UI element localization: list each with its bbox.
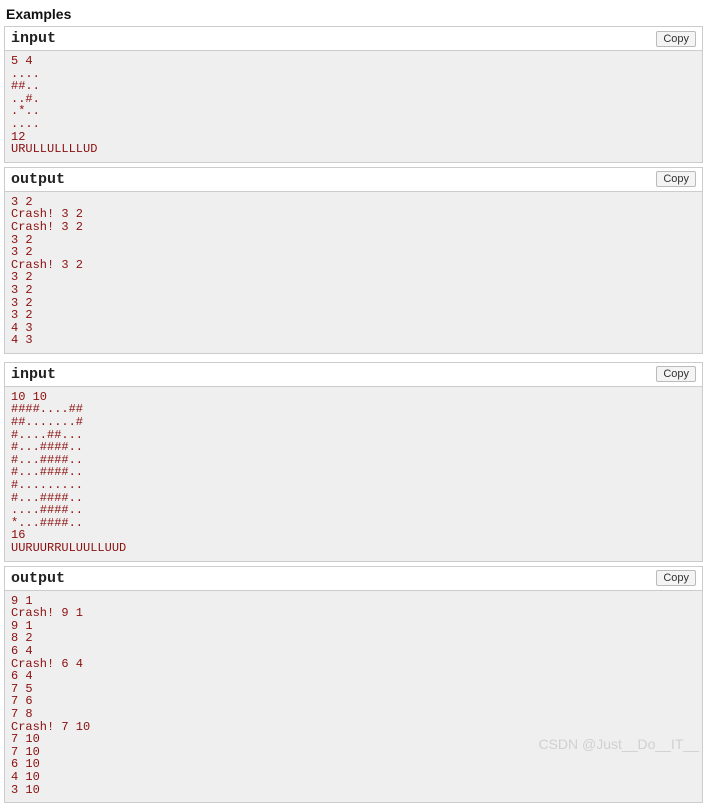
output-label: output <box>11 171 65 188</box>
example-block: input Copy 10 10 ####....## ##.......# #… <box>4 362 703 562</box>
examples-heading: Examples <box>6 6 703 22</box>
output-label: output <box>11 570 65 587</box>
input-label: input <box>11 366 56 383</box>
block-header: input Copy <box>5 27 702 51</box>
example-block: output Copy 9 1 Crash! 9 1 9 1 8 2 6 4 C… <box>4 566 703 804</box>
block-header: output Copy <box>5 168 702 192</box>
input-content: 5 4 .... ##.. ..#. .*.. .... 12 URULLULL… <box>5 51 702 162</box>
input-content: 10 10 ####....## ##.......# #....##... #… <box>5 387 702 561</box>
output-content: 9 1 Crash! 9 1 9 1 8 2 6 4 Crash! 6 4 6 … <box>5 591 702 803</box>
copy-button[interactable]: Copy <box>656 570 696 586</box>
copy-button[interactable]: Copy <box>656 366 696 382</box>
output-content: 3 2 Crash! 3 2 Crash! 3 2 3 2 3 2 Crash!… <box>5 192 702 353</box>
example-block: input Copy 5 4 .... ##.. ..#. .*.. .... … <box>4 26 703 163</box>
block-header: output Copy <box>5 567 702 591</box>
example-block: output Copy 3 2 Crash! 3 2 Crash! 3 2 3 … <box>4 167 703 354</box>
copy-button[interactable]: Copy <box>656 31 696 47</box>
block-header: input Copy <box>5 363 702 387</box>
copy-button[interactable]: Copy <box>656 171 696 187</box>
input-label: input <box>11 30 56 47</box>
